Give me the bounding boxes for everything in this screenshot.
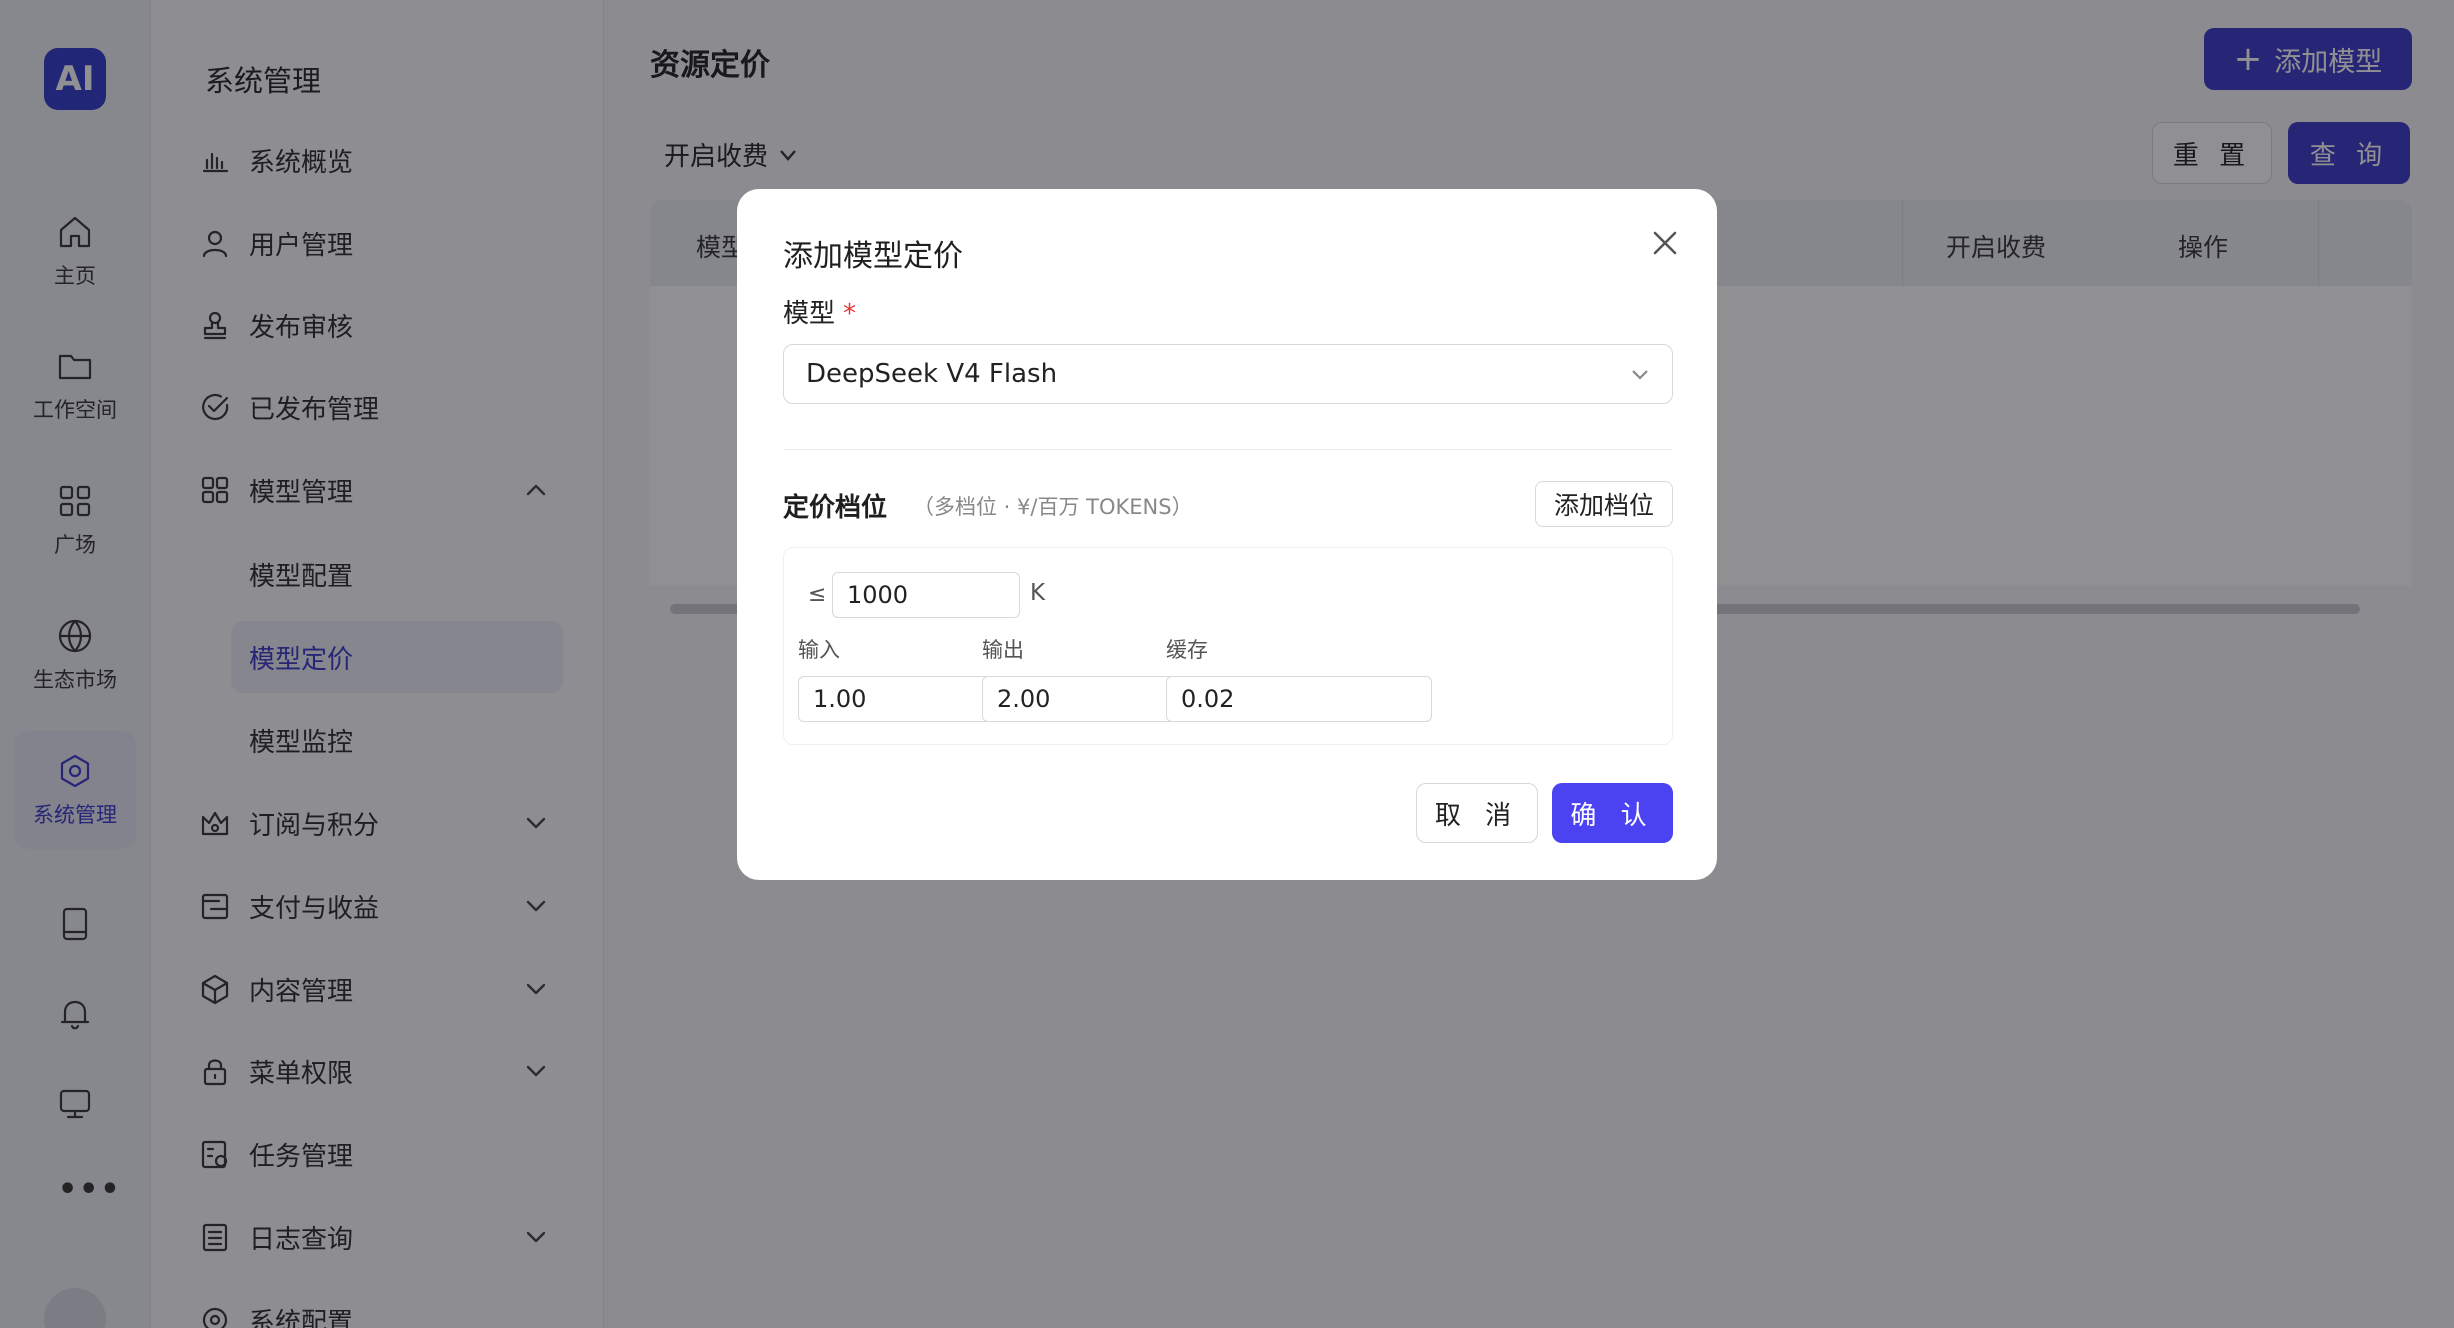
add-tier-button[interactable]: 添加档位 <box>1535 481 1673 527</box>
input-price-label: 输入 <box>798 638 840 662</box>
cache-price-label: 缓存 <box>1166 638 1208 662</box>
confirm-button[interactable]: 确 认 <box>1552 783 1673 843</box>
cancel-button[interactable]: 取 消 <box>1416 783 1538 843</box>
model-label-text: 模型 <box>783 299 836 329</box>
pricing-tier-card: ≤ K 输入 输出 缓存 <box>783 547 1673 745</box>
tier-limit-input[interactable] <box>832 572 1020 618</box>
cache-price-field[interactable] <box>1166 676 1432 722</box>
less-equal-symbol: ≤ <box>808 582 827 607</box>
tier-section-hint: （多档位 · ¥/百万 TOKENS） <box>913 495 1193 519</box>
close-icon[interactable] <box>1649 227 1681 259</box>
dialog-title: 添加模型定价 <box>783 239 963 274</box>
model-select-value: DeepSeek V4 Flash <box>806 359 1058 389</box>
chevron-down-icon <box>1632 370 1648 380</box>
model-field-label: 模型 * <box>783 293 856 330</box>
divider <box>783 449 1673 450</box>
required-mark: * <box>843 299 857 329</box>
add-pricing-dialog: 添加模型定价 模型 * DeepSeek V4 Flash 定价档位 （多档位 ·… <box>737 189 1717 880</box>
tier-section-title: 定价档位 <box>783 493 888 523</box>
output-price-label: 输出 <box>982 638 1024 662</box>
tier-limit-unit: K <box>1030 580 1046 606</box>
model-select[interactable]: DeepSeek V4 Flash <box>783 344 1673 404</box>
